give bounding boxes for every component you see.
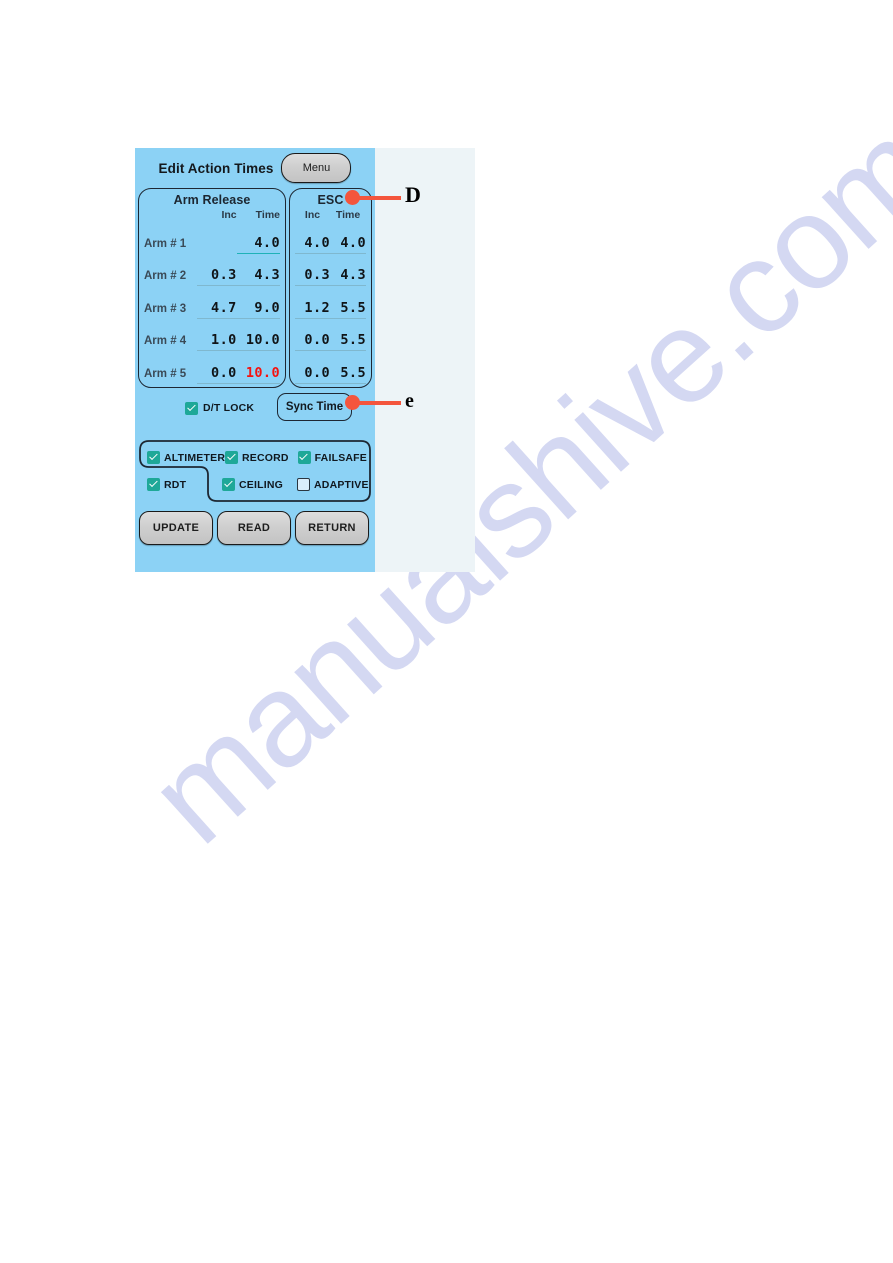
option-label: CEILING	[239, 478, 283, 491]
options-row-2: RDT CEILING ADAPTIVE	[147, 478, 369, 491]
arm-release-inc-input[interactable]: 0.3	[197, 267, 237, 287]
esc-header-time: Time	[335, 209, 361, 221]
bottom-button-bar: UPDATE READ RETURN	[139, 511, 371, 545]
checkbox-checked-icon[interactable]	[225, 451, 238, 464]
table-row: Arm # 4 1.0 10.0	[139, 319, 285, 352]
table-row: 1.2 5.5	[290, 286, 371, 319]
arm-release-row-label: Arm # 5	[144, 367, 187, 380]
screen-header: Edit Action Times Menu	[135, 148, 375, 188]
sync-time-button[interactable]: Sync Time	[277, 393, 352, 421]
return-button[interactable]: RETURN	[295, 511, 369, 545]
arm-release-inc-input[interactable]: 0.0	[197, 365, 237, 384]
table-row: 0.0 5.5	[290, 351, 371, 384]
option-rdt[interactable]: RDT	[147, 478, 222, 491]
arm-release-row-label: Arm # 2	[144, 270, 187, 283]
arm-release-inc-input[interactable]: 4.7	[197, 300, 237, 319]
arm-release-table: Arm Release Inc Time Arm # 1 4.0 Arm # 2…	[138, 188, 286, 388]
dt-lock-checkbox-group[interactable]: D/T LOCK	[185, 401, 255, 415]
options-panel-border	[139, 440, 371, 502]
arm-release-time-input[interactable]: 10.0	[236, 332, 280, 352]
update-button[interactable]: UPDATE	[139, 511, 213, 545]
esc-column-headers: Inc Time	[290, 207, 371, 221]
arm-release-inc-input[interactable]	[197, 252, 236, 254]
table-row: Arm # 1 4.0	[139, 221, 285, 254]
arm-release-row-label: Arm # 1	[144, 237, 187, 250]
arm-release-row-label: Arm # 4	[144, 335, 187, 348]
esc-inc-input[interactable]: 0.3	[295, 267, 331, 287]
option-label: RECORD	[242, 451, 289, 464]
option-label: ALTIMETER	[164, 451, 226, 464]
arm-release-header-time: Time	[255, 209, 280, 221]
arm-release-header-inc: Inc	[221, 209, 237, 221]
option-failsafe[interactable]: FAILSAFE	[297, 451, 367, 464]
esc-inc-input[interactable]: 4.0	[295, 235, 331, 254]
options-panel: ALTIMETER RECORD FAILSAFE RDT CEILING AD…	[139, 440, 371, 502]
arm-release-inc-input[interactable]: 1.0	[197, 332, 237, 352]
option-record[interactable]: RECORD	[225, 451, 298, 464]
arm-release-row-label: Arm # 3	[144, 302, 187, 315]
device-screen: Edit Action Times Menu Arm Release Inc T…	[135, 148, 375, 572]
dt-lock-label: D/T LOCK	[203, 402, 255, 414]
dt-lock-sync-row: D/T LOCK Sync Time	[135, 391, 375, 425]
esc-time-input[interactable]: 4.3	[330, 267, 366, 287]
page-root: manualshive.com Edit Action Times Menu A…	[0, 0, 893, 1263]
esc-time-input[interactable]: 5.5	[330, 300, 366, 319]
esc-inc-input[interactable]: 0.0	[295, 365, 331, 384]
checkbox-checked-icon[interactable]	[147, 451, 160, 464]
arm-release-header-blank	[144, 209, 197, 221]
esc-table: ESC Inc Time 4.0 4.0 0.3 4.3 1.2 5.5 0.0…	[289, 188, 372, 388]
table-row: 0.0 5.5	[290, 319, 371, 352]
table-row: 4.0 4.0	[290, 221, 371, 254]
arm-release-time-input[interactable]: 4.0	[236, 235, 280, 254]
esc-header-inc: Inc	[304, 209, 321, 221]
esc-time-input[interactable]: 4.0	[330, 235, 366, 254]
esc-inc-input[interactable]: 1.2	[295, 300, 331, 319]
checkbox-checked-icon[interactable]	[297, 451, 311, 464]
arm-release-time-input[interactable]: 4.3	[236, 267, 280, 287]
option-ceiling[interactable]: CEILING	[222, 478, 297, 491]
options-row-1: ALTIMETER RECORD FAILSAFE	[147, 451, 367, 464]
esc-time-input[interactable]: 5.5	[330, 332, 366, 352]
esc-inc-input[interactable]: 0.0	[295, 332, 331, 352]
menu-button[interactable]: Menu	[281, 153, 352, 183]
esc-title: ESC	[317, 193, 344, 207]
checkbox-checked-icon[interactable]	[147, 478, 160, 491]
option-label: RDT	[164, 478, 187, 491]
checkbox-unchecked-icon[interactable]	[297, 478, 310, 491]
table-row: Arm # 5 0.0 10.0	[139, 351, 285, 384]
arm-release-column-headers: Inc Time	[139, 207, 285, 221]
esc-time-input[interactable]: 5.5	[330, 365, 366, 384]
checkbox-checked-icon[interactable]	[185, 401, 198, 415]
checkbox-checked-icon[interactable]	[222, 478, 235, 491]
option-label: ADAPTIVE	[314, 478, 369, 491]
page-title: Edit Action Times	[158, 160, 274, 176]
table-row: Arm # 2 0.3 4.3	[139, 254, 285, 287]
arm-release-time-input[interactable]: 9.0	[236, 300, 280, 319]
arm-release-title: Arm Release	[173, 193, 251, 207]
table-row: Arm # 3 4.7 9.0	[139, 286, 285, 319]
arm-release-time-input[interactable]: 10.0	[236, 365, 280, 384]
options-panel-outline	[139, 440, 371, 502]
action-times-tables: Arm Release Inc Time Arm # 1 4.0 Arm # 2…	[138, 188, 372, 388]
table-row: 0.3 4.3	[290, 254, 371, 287]
option-altimeter[interactable]: ALTIMETER	[147, 451, 225, 464]
option-adaptive[interactable]: ADAPTIVE	[297, 478, 369, 491]
option-label: FAILSAFE	[314, 451, 367, 464]
read-button[interactable]: READ	[217, 511, 291, 545]
